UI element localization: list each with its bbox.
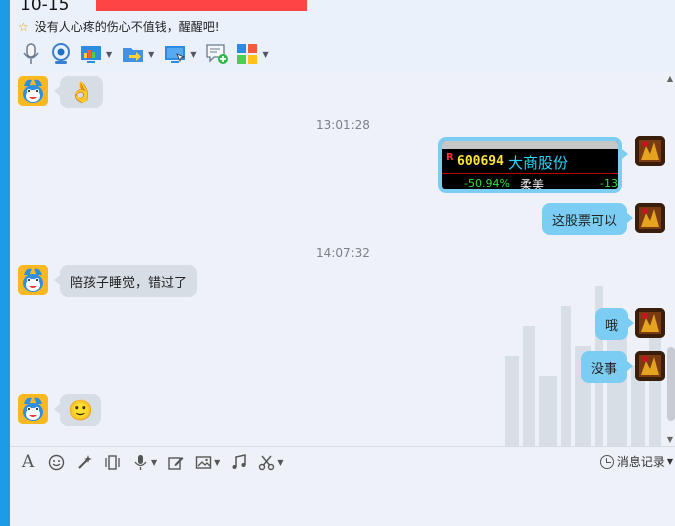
chevron-down-icon[interactable]: ▼ xyxy=(214,458,220,467)
my-avatar[interactable] xyxy=(635,136,665,166)
chat-header: 10-15 ☆ 没有人心疼的伤心不值钱，醒醒吧! ▼ ▼ ▼ ▼ xyxy=(10,0,675,72)
friend-avatar[interactable] xyxy=(18,394,48,424)
my-avatar[interactable] xyxy=(635,308,665,338)
timestamp: 14:07:32 xyxy=(316,246,370,260)
timestamp: 13:01:28 xyxy=(316,118,370,132)
scroll-thumb[interactable] xyxy=(667,347,675,421)
webcam-icon[interactable] xyxy=(48,41,74,67)
stock-name: 大商股份 xyxy=(508,154,569,172)
friend-avatar[interactable] xyxy=(18,265,48,295)
message-text: 陪孩子睡觉，错过了 xyxy=(70,275,188,291)
skyline-background xyxy=(505,286,661,446)
magic-wand-icon[interactable] xyxy=(74,452,94,472)
chat-title: 10-15 xyxy=(20,0,70,15)
emoji-icon[interactable] xyxy=(46,452,66,472)
chevron-down-icon[interactable]: ▼ xyxy=(262,50,268,59)
stock-flag: R xyxy=(446,152,454,163)
music-icon[interactable] xyxy=(228,452,248,472)
screen-share-icon[interactable] xyxy=(162,41,188,67)
stock-extra: 柔美 xyxy=(520,178,545,189)
file-transfer-icon[interactable] xyxy=(120,41,146,67)
chevron-down-icon[interactable]: ▼ xyxy=(667,457,673,466)
redacted-name-bar xyxy=(96,0,307,11)
scissors-icon[interactable] xyxy=(256,452,276,472)
shake-window-icon[interactable] xyxy=(102,452,122,472)
chat-scrollbar[interactable]: ▲ ▼ xyxy=(665,72,675,446)
message-bubble-left[interactable]: 👌 xyxy=(54,76,103,108)
friend-avatar[interactable] xyxy=(18,76,48,106)
my-avatar[interactable] xyxy=(635,351,665,381)
smile-emoji: 🙂 xyxy=(68,398,93,422)
chevron-down-icon[interactable]: ▼ xyxy=(277,458,283,467)
chat-messages-area[interactable]: 👌 13:01:28 R 600694 大商股份 -50.94% 柔美 -13 … xyxy=(10,72,675,446)
star-icon: ☆ xyxy=(18,20,29,34)
chevron-down-icon[interactable]: ▼ xyxy=(148,50,154,59)
message-text: 没事 xyxy=(591,361,618,377)
chevron-down-icon[interactable]: ▼ xyxy=(190,50,196,59)
remote-desktop-icon[interactable] xyxy=(78,41,104,67)
ok-hand-emoji: 👌 xyxy=(69,80,94,104)
input-toolbar: A ▼ ▼ ▼ 消息记录 ▼ xyxy=(10,446,675,477)
message-bubble-right[interactable]: 这股票可以 xyxy=(542,203,634,235)
stock-code: 600694 xyxy=(457,154,504,169)
message-bubble-right[interactable]: 没事 xyxy=(581,351,634,383)
signature-text: 没有人心疼的伤心不值钱，醒醒吧! xyxy=(34,20,220,34)
scroll-down-icon[interactable]: ▼ xyxy=(667,435,673,444)
voice-message-icon[interactable] xyxy=(130,452,150,472)
message-bubble-left[interactable]: 陪孩子睡觉，错过了 xyxy=(53,265,198,297)
message-add-icon[interactable] xyxy=(204,41,230,67)
stock-image-bubble[interactable]: R 600694 大商股份 -50.94% 柔美 -13 xyxy=(438,137,628,193)
edit-icon[interactable] xyxy=(165,452,185,472)
signature-line: ☆ 没有人心疼的伤心不值钱，醒醒吧! xyxy=(18,18,220,35)
message-history-button[interactable]: 消息记录 ▼ xyxy=(599,453,673,470)
message-history-label: 消息记录 xyxy=(616,455,665,469)
my-avatar[interactable] xyxy=(635,203,665,233)
font-icon[interactable]: A xyxy=(18,452,38,472)
chat-toolbar: ▼ ▼ ▼ ▼ xyxy=(18,40,277,68)
scroll-up-icon[interactable]: ▲ xyxy=(667,74,673,83)
message-bubble-left[interactable]: 🙂 xyxy=(54,394,101,426)
message-text: 哦 xyxy=(605,318,619,334)
message-text: 这股票可以 xyxy=(552,213,618,229)
clock-icon xyxy=(599,454,614,469)
message-input[interactable] xyxy=(10,477,675,526)
message-bubble-right[interactable]: 哦 xyxy=(595,308,635,340)
chevron-down-icon[interactable]: ▼ xyxy=(151,458,157,467)
image-icon[interactable] xyxy=(193,452,213,472)
stock-negative: -13 xyxy=(600,177,618,189)
stock-quote-image[interactable]: R 600694 大商股份 -50.94% 柔美 -13 xyxy=(442,141,618,189)
microphone-icon[interactable] xyxy=(18,41,44,67)
window-left-edge xyxy=(0,0,10,526)
apps-icon[interactable] xyxy=(234,41,260,67)
chevron-down-icon[interactable]: ▼ xyxy=(106,50,112,59)
stock-change: -50.94% xyxy=(464,177,510,189)
